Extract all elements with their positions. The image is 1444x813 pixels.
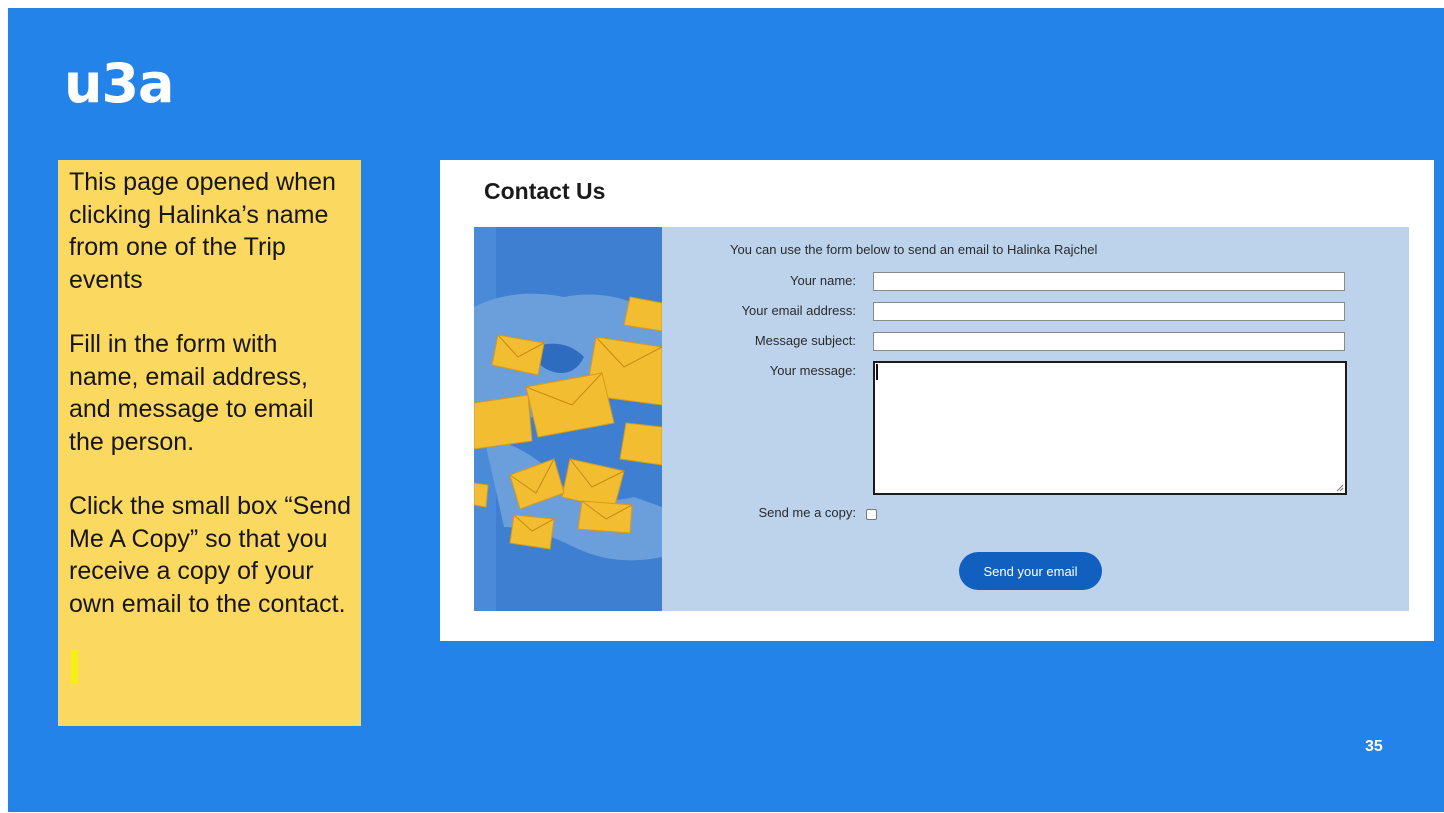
slide: u3a This page opened when clicking Halin… xyxy=(8,8,1444,812)
subject-label: Message subject: xyxy=(754,333,856,348)
name-input[interactable] xyxy=(873,272,1345,291)
instruction-paragraph-3: Click the small box “Send Me A Copy” so … xyxy=(69,492,352,618)
contact-form-panel: You can use the form below to send an em… xyxy=(473,227,1409,611)
envelopes-map-illustration xyxy=(473,227,663,611)
envelopes-icon xyxy=(473,227,663,611)
subject-input[interactable] xyxy=(873,332,1345,351)
page-title: Contact Us xyxy=(484,178,606,204)
name-label: Your name: xyxy=(789,273,856,288)
send-copy-checkbox[interactable] xyxy=(866,509,877,520)
form-intro-text: You can use the form below to send an em… xyxy=(730,242,1098,257)
instruction-paragraph-2: Fill in the form with name, email addres… xyxy=(69,330,314,456)
resize-grip-icon[interactable] xyxy=(1335,483,1344,492)
text-caret xyxy=(876,364,878,380)
slide-page-number: 35 xyxy=(1365,738,1383,755)
message-textarea[interactable] xyxy=(873,361,1347,495)
message-label: Your message: xyxy=(769,363,856,378)
email-label: Your email address: xyxy=(741,303,856,318)
send-copy-label: Send me a copy: xyxy=(758,505,856,520)
send-email-button[interactable]: Send your email xyxy=(959,552,1102,590)
instructions-note: This page opened when clicking Halinka’s… xyxy=(58,160,361,726)
u3a-logo: u3a xyxy=(64,52,174,115)
email-input[interactable] xyxy=(873,302,1345,321)
contact-page-screenshot: Contact Us You can use the form below to… xyxy=(440,160,1434,641)
text-cursor-highlight xyxy=(71,650,78,684)
email-form: You can use the form below to send an em… xyxy=(662,227,1409,611)
instruction-paragraph-1: This page opened when clicking Halinka’s… xyxy=(69,168,336,294)
